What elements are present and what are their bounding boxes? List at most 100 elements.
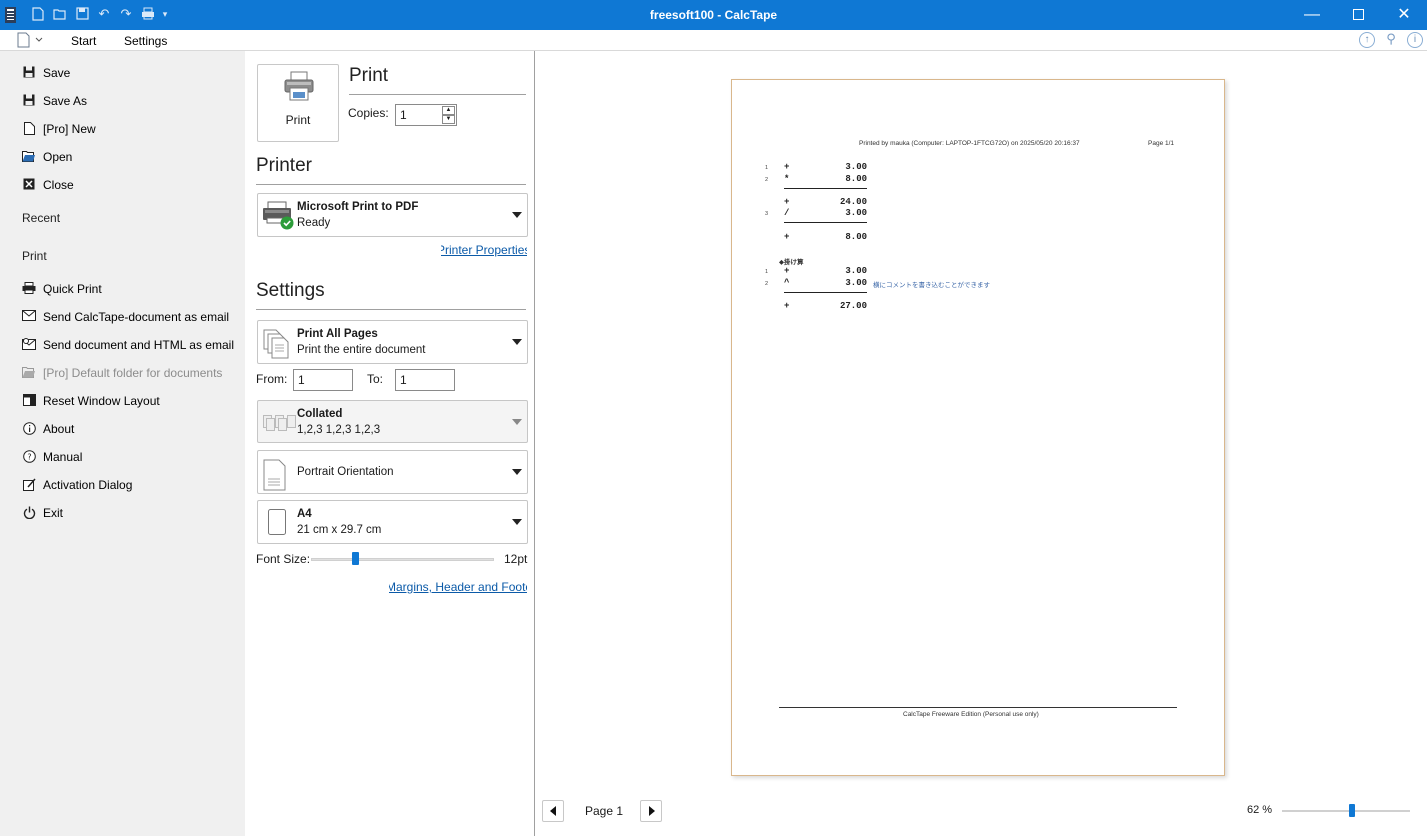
- close-window-button[interactable]: ✕: [1381, 0, 1427, 30]
- tape-operator: +: [784, 301, 790, 311]
- print-button-label: Print: [285, 113, 311, 127]
- copies-down-button[interactable]: ▼: [442, 115, 455, 124]
- zoom-slider-thumb[interactable]: [1349, 804, 1356, 817]
- menu-save[interactable]: Save: [22, 63, 70, 83]
- tape-value: 3.00: [845, 162, 867, 172]
- tape-line-number: 3: [765, 211, 769, 217]
- file-menu-button[interactable]: [17, 32, 43, 48]
- printer-icon: [283, 71, 315, 104]
- next-arrow-icon: [649, 806, 655, 816]
- menu-manual[interactable]: ? Manual: [22, 447, 82, 467]
- maximize-button[interactable]: [1335, 0, 1381, 30]
- print-heading: Print: [349, 65, 389, 86]
- menu-quick-print[interactable]: Quick Print: [22, 279, 102, 299]
- margins-header-footer-link[interactable]: Margins, Header and Footer: [389, 580, 527, 594]
- menu-save-as[interactable]: Save As: [22, 91, 87, 111]
- paper-size-desc: 21 cm x 29.7 cm: [297, 524, 382, 536]
- tape-rule: [784, 188, 867, 189]
- printer-select[interactable]: Microsoft Print to PDF Ready: [257, 193, 528, 237]
- menu-activation-dialog[interactable]: Activation Dialog: [22, 475, 132, 495]
- font-size-value: 12pt: [504, 552, 528, 566]
- menu-quick-print-label: Quick Print: [43, 282, 102, 296]
- tape-value: 24.00: [839, 197, 867, 207]
- printer-icon: [22, 282, 36, 296]
- copies-input[interactable]: 1 ▲ ▼: [395, 104, 457, 126]
- email-html-icon: [22, 338, 36, 352]
- chevron-down-icon: [512, 212, 522, 218]
- menu-default-folder[interactable]: [Pro] Default folder for documents: [22, 363, 222, 383]
- zoom-slider[interactable]: [1282, 810, 1410, 812]
- to-input[interactable]: 1: [395, 369, 455, 391]
- menu-send-html-email[interactable]: Send document and HTML as email: [22, 335, 234, 355]
- orientation-select[interactable]: Portrait Orientation: [257, 450, 528, 494]
- from-input[interactable]: 1: [293, 369, 353, 391]
- tape-operator: /: [784, 208, 790, 218]
- menu-reset-window-layout[interactable]: Reset Window Layout: [22, 391, 160, 411]
- printer-status: Ready: [297, 217, 331, 229]
- save-as-icon: [22, 94, 36, 108]
- print-header[interactable]: Print: [22, 249, 47, 263]
- new-document-icon: [22, 122, 36, 136]
- tape-line-number: 1: [765, 269, 769, 275]
- pin-icon[interactable]: ⚲: [1383, 32, 1399, 48]
- tab-settings[interactable]: Settings: [124, 34, 167, 48]
- collation-desc: 1,2,3 1,2,3 1,2,3: [297, 424, 381, 436]
- tape-section-title: ◆掛け算: [779, 259, 804, 266]
- chevron-down-icon: [512, 519, 522, 525]
- info-icon[interactable]: i: [1407, 32, 1423, 48]
- menu-open[interactable]: Open: [22, 147, 72, 167]
- menu-close[interactable]: Close: [22, 175, 74, 195]
- menu-close-label: Close: [43, 178, 74, 192]
- tape-rule: [784, 292, 867, 293]
- pages-icon: [263, 329, 291, 359]
- print-range-title: Print All Pages: [297, 328, 378, 340]
- recent-header[interactable]: Recent: [22, 211, 60, 225]
- menu-save-label: Save: [43, 66, 71, 80]
- tape-operator: *: [784, 174, 790, 184]
- open-folder-icon: [22, 150, 36, 164]
- menu-default-folder-label: [Pro] Default folder for documents: [43, 366, 223, 380]
- tape-value: 3.00: [845, 266, 867, 276]
- preview-page: Printed by mauka (Computer: LAPTOP-1FTCG…: [731, 79, 1225, 776]
- title-bar: ↶ ↷ ▾ freesoft100 - CalcTape — ✕: [0, 0, 1427, 30]
- collation-select[interactable]: Collated 1,2,3 1,2,3 1,2,3: [257, 400, 528, 443]
- printer-heading: Printer: [256, 155, 312, 176]
- next-page-button[interactable]: [640, 800, 662, 822]
- printer-properties-link[interactable]: Printer Properties: [441, 243, 527, 257]
- chevron-down-icon: [512, 339, 522, 345]
- window-title: freesoft100 - CalcTape: [649, 8, 778, 22]
- ribbon-tab-row: Start Settings ↑ ⚲ i: [0, 30, 1427, 51]
- chevron-down-icon: [512, 418, 522, 425]
- help-icon: ?: [22, 450, 36, 464]
- menu-exit[interactable]: Exit: [22, 503, 63, 523]
- portrait-page-icon: [263, 459, 291, 491]
- menu-manual-label: Manual: [43, 450, 83, 464]
- tab-start[interactable]: Start: [71, 34, 96, 48]
- paper-size-select[interactable]: A4 21 cm x 29.7 cm: [257, 500, 528, 544]
- collation-title: Collated: [297, 408, 343, 420]
- minimize-button[interactable]: —: [1289, 0, 1335, 30]
- preview-footer-text: CalcTape Freeware Edition (Personal use …: [903, 711, 1039, 718]
- tape-value: 3.00: [845, 278, 867, 288]
- print-range-desc: Print the entire document: [297, 344, 426, 356]
- menu-send-document-email[interactable]: Send CalcTape-document as email: [22, 307, 229, 327]
- copies-label: Copies:: [348, 106, 389, 120]
- current-page-label: Page 1: [585, 804, 624, 818]
- tape-operator: ^: [784, 278, 790, 288]
- tape-operator: +: [784, 232, 790, 242]
- previous-page-button[interactable]: [542, 800, 564, 822]
- arrow-up-icon[interactable]: ↑: [1359, 32, 1375, 48]
- print-button[interactable]: Print: [257, 64, 339, 142]
- copies-up-button[interactable]: ▲: [442, 106, 455, 115]
- font-size-slider-thumb[interactable]: [351, 552, 359, 565]
- menu-activation-dialog-label: Activation Dialog: [43, 478, 133, 492]
- tape-operator: +: [784, 197, 790, 207]
- menu-send-html-email-label: Send document and HTML as email: [43, 338, 234, 352]
- menu-new[interactable]: [Pro] New: [22, 119, 96, 139]
- paper-size-icon: [268, 509, 296, 537]
- font-size-slider[interactable]: [311, 558, 494, 561]
- tape-operator: +: [784, 266, 790, 276]
- tape-line-number: 1: [765, 165, 769, 171]
- print-range-select[interactable]: Print All Pages Print the entire documen…: [257, 320, 528, 364]
- menu-about[interactable]: About: [22, 419, 74, 439]
